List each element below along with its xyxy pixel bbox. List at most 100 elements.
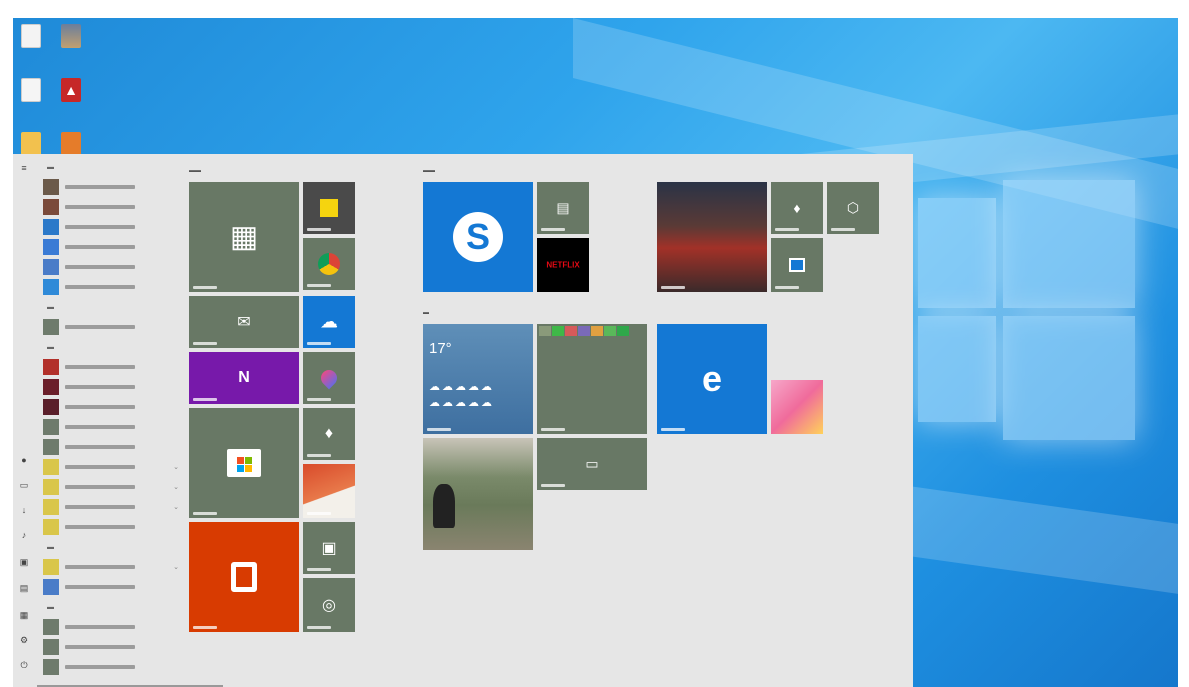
power-icon[interactable]: ⏻: [18, 659, 30, 671]
office-tile[interactable]: [189, 522, 299, 632]
settings-icon[interactable]: ⚙: [18, 634, 30, 646]
tile-group-header: ▬▬: [189, 168, 201, 174]
documents-icon[interactable]: ▭: [18, 479, 30, 491]
network-speed-tile[interactable]: [771, 238, 823, 292]
list-item[interactable]: ⌄: [43, 498, 183, 516]
list-item[interactable]: [43, 278, 183, 296]
section-header: ▬: [47, 544, 54, 551]
list-item[interactable]: ⌄: [43, 558, 183, 576]
app-icon: [43, 399, 59, 415]
app-icon: [43, 359, 59, 375]
hamburger-menu-icon[interactable]: ≡: [18, 162, 30, 174]
list-item[interactable]: [43, 518, 183, 536]
feedback-hub-tile[interactable]: ▭: [537, 438, 647, 490]
list-item[interactable]: [43, 638, 183, 656]
section-header: ▬: [47, 604, 54, 611]
netflix-logo: NETFLIX: [546, 260, 580, 270]
list-item[interactable]: [43, 398, 183, 416]
cyclist-silhouette: [433, 484, 455, 528]
film-icon: ▣: [321, 540, 337, 557]
desktop-icon[interactable]: ▲: [53, 78, 89, 102]
mail-tile[interactable]: ✉: [189, 296, 299, 348]
netflix-tile[interactable]: NETFLIX: [537, 238, 589, 292]
tips-small-tile[interactable]: ♦: [771, 182, 823, 234]
list-item[interactable]: [43, 378, 183, 396]
music-icon[interactable]: ♪: [18, 529, 30, 541]
chevron-down-icon: ⌄: [173, 484, 179, 491]
section-header: ▬: [47, 344, 54, 351]
app-icon: [43, 659, 59, 675]
app-icon: [43, 319, 59, 335]
list-item[interactable]: [43, 358, 183, 376]
groove-music-tile[interactable]: ◎: [303, 578, 355, 632]
list-item[interactable]: [43, 198, 183, 216]
list-item[interactable]: [43, 238, 183, 256]
app-icon: [43, 259, 59, 275]
desktop-icon[interactable]: [53, 24, 89, 48]
calendar-tile[interactable]: ▦: [189, 182, 299, 292]
app-icon: [43, 579, 59, 595]
network-icon[interactable]: ▦: [18, 609, 30, 621]
file-icon: [21, 24, 41, 48]
list-item[interactable]: [43, 178, 183, 196]
windows-logo-pane: [1003, 180, 1135, 308]
user-avatar-icon[interactable]: ●: [18, 454, 30, 466]
tile-group-header: ▬▬: [423, 168, 435, 174]
videos-icon[interactable]: ▤: [18, 582, 30, 594]
calculator-tile[interactable]: ▤: [537, 182, 589, 234]
tips-tile[interactable]: ♦: [303, 408, 355, 460]
list-item[interactable]: [43, 438, 183, 456]
onedrive-tile[interactable]: ☁: [303, 296, 355, 348]
desktop-icon[interactable]: [13, 78, 49, 102]
tile-group-header: ▬: [423, 310, 429, 316]
sticky-notes-tile[interactable]: [303, 182, 355, 234]
list-item[interactable]: [43, 258, 183, 276]
chrome-tile[interactable]: [303, 238, 355, 290]
app-icon: [43, 379, 59, 395]
section-header: ▬: [47, 304, 54, 311]
list-item[interactable]: [43, 618, 183, 636]
list-item[interactable]: [43, 658, 183, 676]
picture-icon: [61, 24, 81, 48]
list-item[interactable]: ⌄: [43, 458, 183, 476]
rain-cloud-icons: ☁☁☁☁☁: [429, 397, 494, 409]
onenote-tile[interactable]: N: [189, 352, 299, 404]
list-item[interactable]: [43, 318, 183, 336]
list-item[interactable]: ⌄: [43, 478, 183, 496]
microsoft-store-tile[interactable]: [189, 408, 299, 518]
windows-logo-pane: [1003, 316, 1135, 440]
desktop-icon[interactable]: [13, 132, 49, 156]
app-icon: [43, 559, 59, 575]
candy-game-tile[interactable]: [771, 380, 823, 434]
3d-viewer-tile[interactable]: ⬡: [827, 182, 879, 234]
photos-tile[interactable]: [657, 182, 767, 292]
list-item[interactable]: [43, 218, 183, 236]
list-item[interactable]: [43, 578, 183, 596]
office-logo-icon: [231, 562, 257, 592]
desktop[interactable]: ▲ ≡ ● ▭ ↓ ♪ ▣ ▤ ▦ ⚙ ⏻ ▬ ▬ ▬ ⌄ ⌄ ⌄ ▬ ⌄ ▬ …: [13, 18, 1178, 687]
skype-tile[interactable]: S: [423, 182, 533, 292]
desktop-icon[interactable]: [13, 24, 49, 48]
weather-tile[interactable]: 17° ☁☁☁☁☁ ☁☁☁☁☁: [423, 324, 533, 434]
desktop-icon[interactable]: [53, 132, 89, 156]
windows-logo-pane: [918, 198, 996, 308]
downloads-icon[interactable]: ↓: [18, 504, 30, 516]
pictures-icon[interactable]: ▣: [18, 556, 30, 568]
app-icon: [43, 279, 59, 295]
maps-tile[interactable]: [303, 352, 355, 404]
weather-temperature: 17°: [429, 340, 452, 357]
cloud-icon: ☁: [320, 311, 338, 332]
onenote-icon: N: [238, 369, 250, 386]
microsoft-edge-tile[interactable]: e: [657, 324, 767, 434]
section-header: ▬: [47, 164, 54, 171]
app-icon: [43, 419, 59, 435]
edge-logo-icon: e: [701, 358, 723, 399]
photo-tile[interactable]: [303, 464, 355, 518]
folder-icon: [21, 132, 41, 156]
list-item[interactable]: [43, 418, 183, 436]
games-folder-tile[interactable]: [537, 324, 647, 434]
chevron-down-icon: ⌄: [173, 504, 179, 511]
movies-tv-tile[interactable]: ▣: [303, 522, 355, 574]
cyclist-photo-tile[interactable]: [423, 438, 533, 550]
app-icon: [43, 499, 59, 515]
